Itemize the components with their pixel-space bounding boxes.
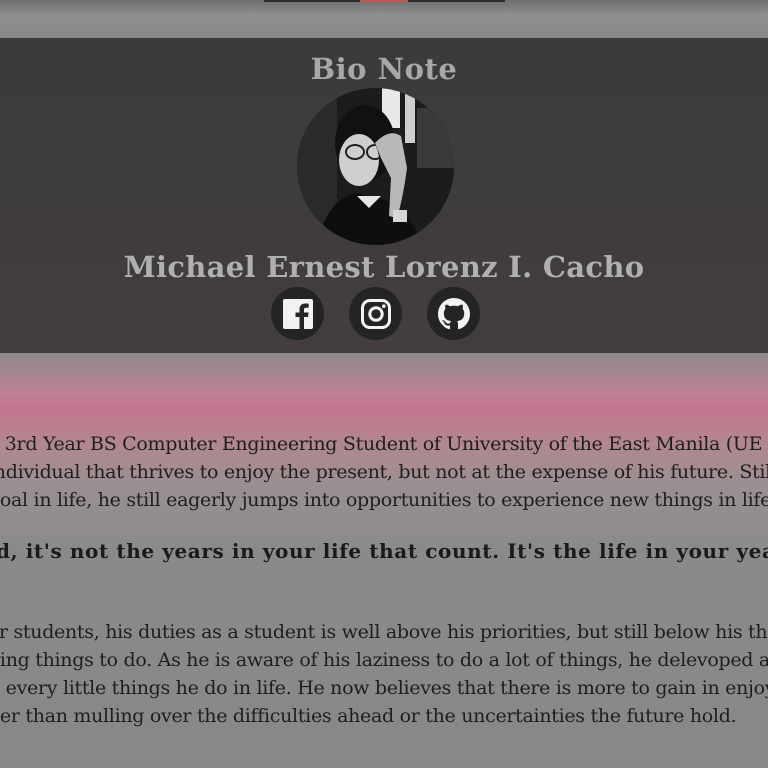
student-paragraph: er students, his duties as a student is … <box>0 618 768 730</box>
paragraph-line: goal in life, he still eagerly jumps int… <box>0 489 768 511</box>
paragraph-line: ning things to do. As he is aware of his… <box>0 649 768 671</box>
avatar <box>297 88 454 245</box>
paragraph-line: a 3rd Year BS Computer Engineering Stude… <box>0 433 768 455</box>
paragraph-line: er students, his duties as a student is … <box>0 621 768 643</box>
top-nav-bar <box>0 0 768 38</box>
intro-paragraph: a 3rd Year BS Computer Engineering Stude… <box>0 430 768 514</box>
bio-content: a 3rd Year BS Computer Engineering Stude… <box>0 353 768 768</box>
github-icon <box>437 297 470 329</box>
paragraph-line: individual that thrives to enjoy the pre… <box>0 461 768 483</box>
instagram-button[interactable] <box>349 287 402 340</box>
person-name: Michael Ernest Lorenz I. Cacho <box>123 250 645 284</box>
facebook-button[interactable] <box>271 287 324 340</box>
page-title: Bio Note <box>310 52 458 86</box>
profile-photo <box>297 88 454 245</box>
paragraph-line: her than mulling over the difficulties a… <box>0 705 737 727</box>
nav-active-indicator[interactable] <box>360 0 408 2</box>
github-button[interactable] <box>427 287 480 340</box>
instagram-icon <box>360 298 391 329</box>
social-links <box>271 287 481 341</box>
bio-header: Bio Note Michael Ernest Lorenz I. Cacho <box>0 38 768 353</box>
facebook-icon <box>282 298 313 329</box>
paragraph-line: n every little things he do in life. He … <box>0 677 768 699</box>
quote: d, it's not the years in your life that … <box>0 539 768 563</box>
